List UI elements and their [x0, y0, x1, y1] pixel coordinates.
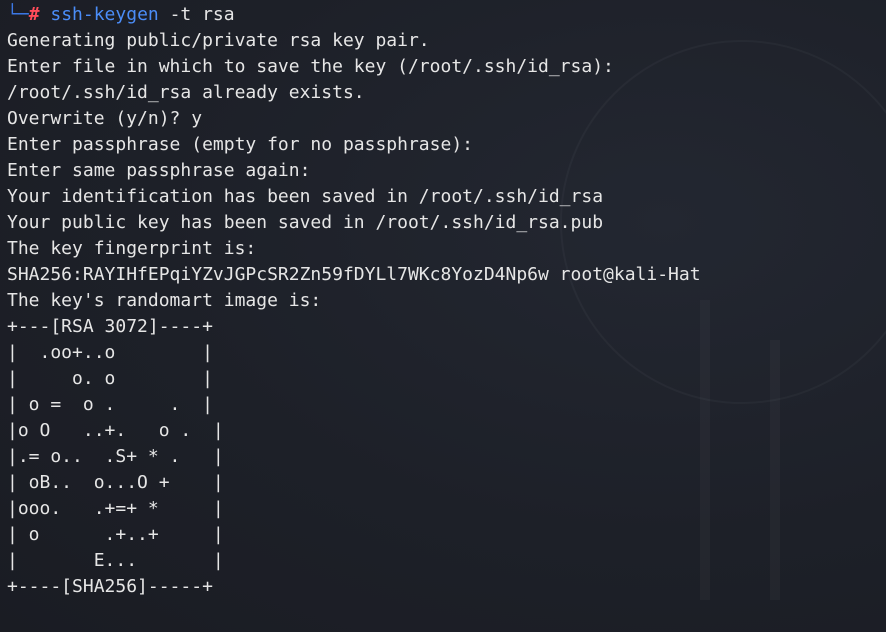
- randomart-row: | o. o |: [7, 368, 213, 389]
- randomart-row: | oB.. o...O + |: [7, 472, 224, 493]
- wallpaper-decoration: [700, 300, 710, 600]
- output-line: Enter passphrase (empty for no passphras…: [7, 134, 473, 155]
- fingerprint-line: SHA256:RAYIHfEPqiYZvJGPcSR2Zn59fDYLl7WKc…: [7, 264, 701, 285]
- randomart-row: |.= o.. .S+ * . |: [7, 446, 224, 467]
- output-line: Generating public/private rsa key pair.: [7, 30, 430, 51]
- randomart-row: | o = o . . |: [7, 394, 213, 415]
- output-line: Your identification has been saved in /r…: [7, 186, 604, 207]
- output-line: The key fingerprint is:: [7, 238, 257, 259]
- root-prompt-symbol: #: [28, 4, 40, 25]
- output-line: The key's randomart image is:: [7, 290, 322, 311]
- randomart-border-top: +---[RSA 3072]----+: [7, 316, 213, 337]
- output-line: Overwrite (y/n)? y: [7, 108, 203, 129]
- randomart-row: | .oo+..o |: [7, 342, 213, 363]
- output-line: Enter same passphrase again:: [7, 160, 311, 181]
- terminal-window[interactable]: └─# ssh-keygen -t rsa Generating public/p…: [0, 0, 886, 632]
- wallpaper-decoration: [770, 340, 780, 600]
- randomart-row: |o O ..+. o . |: [7, 420, 224, 441]
- command-name: ssh-keygen: [50, 4, 159, 25]
- prompt-branch-glyph: └─: [7, 4, 29, 25]
- output-line: /root/.ssh/id_rsa already exists.: [7, 82, 365, 103]
- randomart-row: |ooo. .+=+ * |: [7, 498, 224, 519]
- output-line: Your public key has been saved in /root/…: [7, 212, 604, 233]
- randomart-row: | o .+..+ |: [7, 524, 224, 545]
- command-arguments: -t rsa: [158, 4, 235, 25]
- next-prompt-partial: [7, 624, 307, 632]
- terminal-output: └─# ssh-keygen -t rsa Generating public/p…: [7, 2, 701, 600]
- randomart-border-bottom: +----[SHA256]-----+: [7, 576, 213, 597]
- randomart-row: | E... |: [7, 550, 224, 571]
- command-prompt-line: └─# ssh-keygen -t rsa: [7, 2, 701, 28]
- output-line: Enter file in which to save the key (/ro…: [7, 56, 614, 77]
